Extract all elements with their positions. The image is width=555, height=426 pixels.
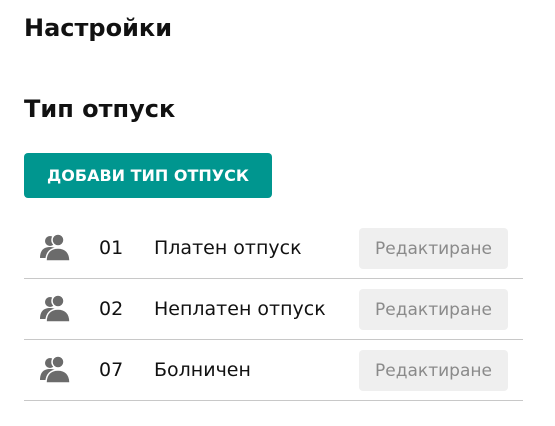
- add-leave-type-button[interactable]: ДОБАВИ ТИП ОТПУСК: [24, 153, 272, 198]
- leave-type-code: 01: [99, 237, 124, 259]
- leave-type-code: 07: [99, 359, 124, 381]
- edit-button[interactable]: Редактиране: [359, 350, 508, 391]
- section-title: Тип отпуск: [24, 95, 176, 123]
- settings-page: Настройки Тип отпуск ДОБАВИ ТИП ОТПУСК 0…: [0, 0, 555, 426]
- page-title: Настройки: [24, 14, 173, 42]
- list-item: 01 Платен отпуск Редактиране: [24, 218, 523, 279]
- list-item: 02 Неплатен отпуск Редактиране: [24, 279, 523, 340]
- users-icon: [39, 233, 71, 263]
- leave-type-name: Неплатен отпуск: [154, 298, 326, 320]
- users-icon: [39, 294, 71, 324]
- leave-type-name: Платен отпуск: [154, 237, 302, 259]
- leave-type-code: 02: [99, 298, 124, 320]
- edit-button[interactable]: Редактиране: [359, 228, 508, 269]
- list-item: 07 Болничен Редактиране: [24, 340, 523, 401]
- users-icon: [39, 355, 71, 385]
- leave-type-name: Болничен: [154, 359, 251, 381]
- leave-type-list: 01 Платен отпуск Редактиране 02 Неплатен…: [24, 218, 523, 401]
- edit-button[interactable]: Редактиране: [359, 289, 508, 330]
